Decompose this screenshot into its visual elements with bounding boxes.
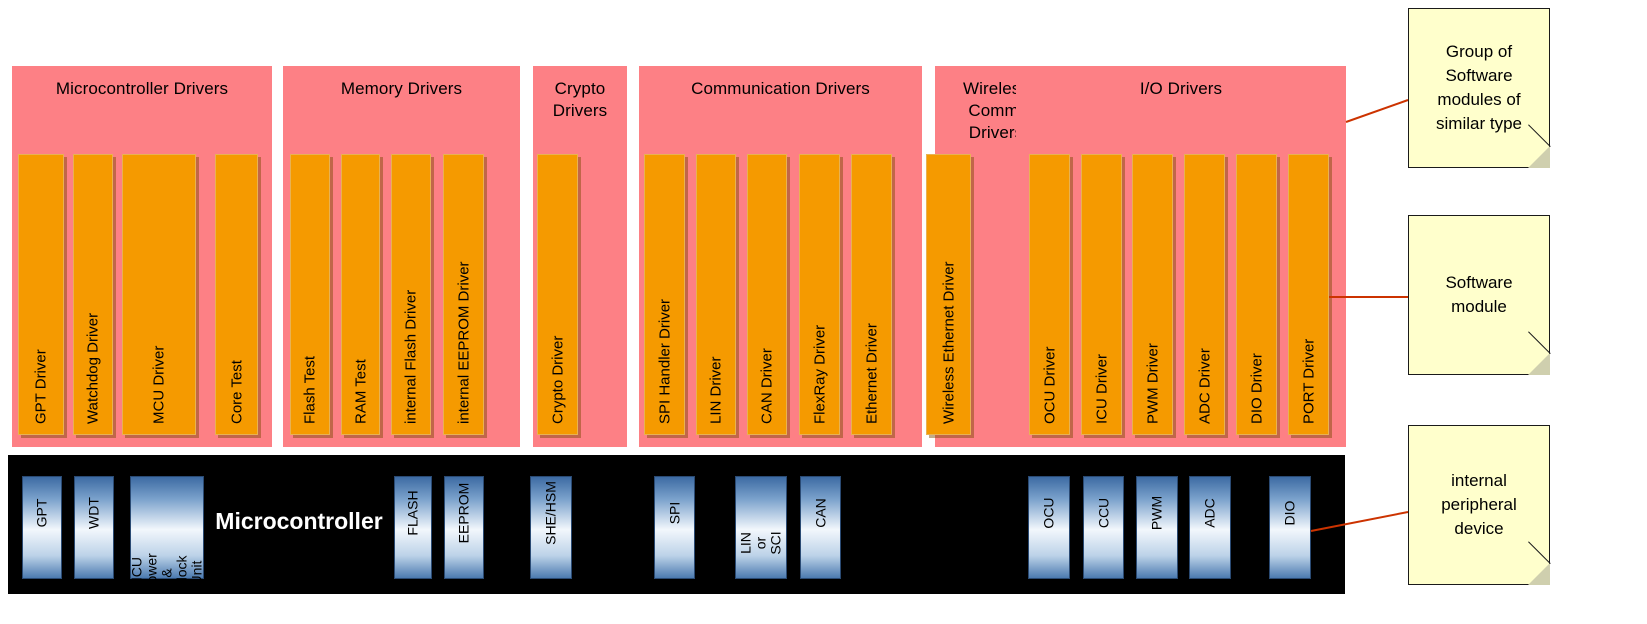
note-fold-edge <box>1528 541 1551 564</box>
software-module-label: DIO Driver <box>1248 353 1265 424</box>
driver-group-title: Crypto Drivers <box>552 79 608 120</box>
software-module-adc-driver[interactable]: ADC Driver <box>1184 154 1225 435</box>
note-fold-edge <box>1528 331 1551 354</box>
note-internal-peripheral-device[interactable]: internal peripheral device <box>1408 425 1551 585</box>
software-module-ram-test[interactable]: RAM Test <box>341 154 380 435</box>
software-module-flash-test[interactable]: Flash Test <box>290 154 330 435</box>
driver-group-title: Memory Drivers <box>340 79 463 98</box>
software-module-mcu-driver[interactable]: MCU Driver <box>122 154 196 435</box>
diagram-canvas: Microcontroller Drivers GPT Driver Watch… <box>0 0 1647 624</box>
peripheral-ocu[interactable]: OCU <box>1028 476 1070 579</box>
driver-group-title: I/O Drivers <box>1139 79 1223 98</box>
software-module-label: FlexRay Driver <box>811 324 828 424</box>
peripheral-pwm[interactable]: PWM <box>1136 476 1178 579</box>
peripheral-lin-or-sci[interactable]: LIN or SCI <box>735 476 787 579</box>
software-module-wireless-ethernet-driver[interactable]: Wireless Ethernet Driver <box>926 154 971 435</box>
peripheral-adc[interactable]: ADC <box>1189 476 1231 579</box>
software-module-label: MCU Driver <box>150 345 168 424</box>
driver-group-title: Microcontroller Drivers <box>55 79 229 98</box>
software-module-watchdog-driver[interactable]: Watchdog Driver <box>73 154 113 435</box>
software-module-label: Wireless Ethernet Driver <box>940 261 957 424</box>
note-fold-icon <box>1528 353 1550 375</box>
software-module-port-driver[interactable]: PORT Driver <box>1288 154 1329 435</box>
software-module-core-test[interactable]: Core Test <box>215 154 258 435</box>
software-module-label: OCU Driver <box>1041 346 1058 425</box>
software-module-flexray-driver[interactable]: FlexRay Driver <box>799 154 840 435</box>
note-text: internal peripheral device <box>1441 471 1517 538</box>
software-module-can-driver[interactable]: CAN Driver <box>747 154 787 435</box>
peripheral-can[interactable]: CAN <box>800 476 841 579</box>
peripheral-wdt[interactable]: WDT <box>74 476 114 579</box>
note-text: Software module <box>1445 273 1513 316</box>
software-module-label: SPI Handler Driver <box>656 298 673 424</box>
note-group-of-software-modules[interactable]: Group of Software modules of similar typ… <box>1408 8 1551 168</box>
software-module-crypto-driver[interactable]: Crypto Driver <box>537 154 578 435</box>
peripheral-flash[interactable]: FLASH <box>394 476 432 579</box>
software-module-internal-flash-driver[interactable]: internal Flash Driver <box>391 154 431 435</box>
peripheral-gpt[interactable]: GPT <box>22 476 62 579</box>
software-module-label: ADC Driver <box>1196 348 1213 424</box>
peripheral-dio[interactable]: DIO <box>1269 476 1311 579</box>
software-module-label: Crypto Driver <box>549 335 566 424</box>
software-module-label: Flash Test <box>301 355 319 424</box>
note-fold-edge <box>1528 124 1551 147</box>
software-module-label: internal Flash Driver <box>402 289 420 424</box>
note-software-module[interactable]: Software module <box>1408 215 1551 375</box>
software-module-label: PWM Driver <box>1144 343 1161 424</box>
software-module-gpt-driver[interactable]: GPT Driver <box>18 154 64 435</box>
note-fold-icon <box>1528 146 1550 168</box>
peripheral-she-hsm[interactable]: SHE/HSM <box>530 476 572 579</box>
software-module-dio-driver[interactable]: DIO Driver <box>1236 154 1277 435</box>
note-text: Group of Software modules of similar typ… <box>1436 42 1522 133</box>
software-module-label: LIN Driver <box>707 356 725 424</box>
driver-group-title: Communication Drivers <box>691 79 870 98</box>
peripheral-mcu-power-clock-unit[interactable]: MCU Power & Clock Unit <box>129 476 205 592</box>
peripheral-spi[interactable]: SPI <box>654 476 695 579</box>
note-fold-icon <box>1528 563 1550 585</box>
software-module-ocu-driver[interactable]: OCU Driver <box>1029 154 1070 435</box>
software-module-label: Watchdog Driver <box>84 312 102 424</box>
software-module-label: PORT Driver <box>1300 338 1317 424</box>
software-module-label: internal EEPROM Driver <box>455 261 472 424</box>
software-module-label: ICU Driver <box>1093 354 1110 424</box>
microcontroller-label: Microcontroller <box>215 508 383 534</box>
software-module-spi-handler-driver[interactable]: SPI Handler Driver <box>644 154 685 435</box>
software-module-label: Core Test <box>228 360 245 424</box>
connector-line-group-note <box>1345 99 1409 123</box>
software-module-label: Ethernet Driver <box>863 323 880 424</box>
software-module-ethernet-driver[interactable]: Ethernet Driver <box>851 154 892 435</box>
software-module-label: RAM Test <box>352 359 369 424</box>
software-module-pwm-driver[interactable]: PWM Driver <box>1132 154 1173 435</box>
peripheral-ccu[interactable]: CCU <box>1083 476 1124 579</box>
software-module-lin-driver[interactable]: LIN Driver <box>696 154 736 435</box>
software-module-label: GPT Driver <box>32 349 50 424</box>
software-module-internal-eeprom-driver[interactable]: internal EEPROM Driver <box>443 154 484 435</box>
software-module-icu-driver[interactable]: ICU Driver <box>1081 154 1122 435</box>
software-module-label: CAN Driver <box>758 348 776 424</box>
peripheral-eeprom[interactable]: EEPROM <box>444 476 484 579</box>
